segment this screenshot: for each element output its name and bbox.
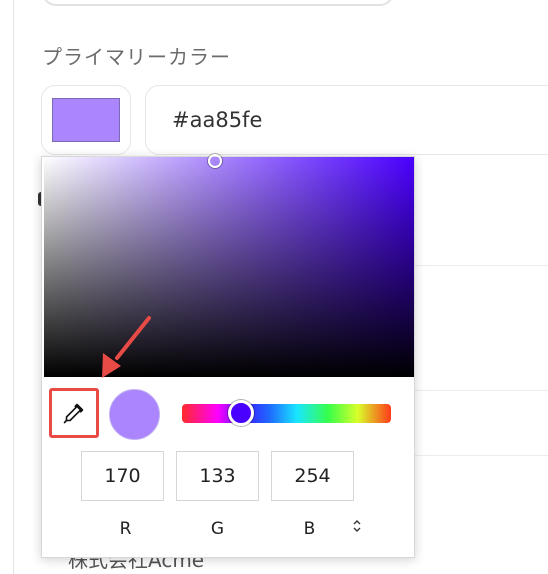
annotation-arrow-icon <box>102 316 151 378</box>
